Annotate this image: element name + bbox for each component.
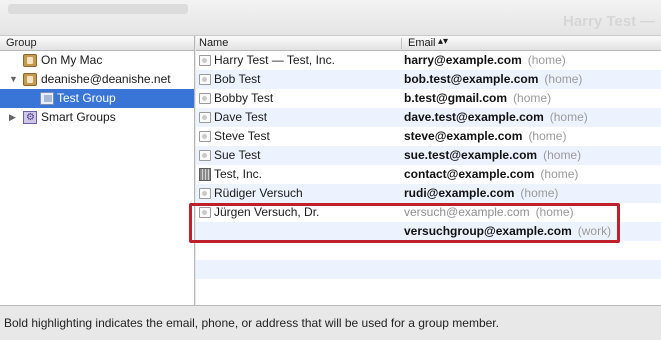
table-row[interactable]: versuchgroup@example.com (work) [196,222,661,241]
person-card-icon [199,188,211,199]
member-list-pane[interactable]: Name Email ▴▾ Harry Test — Test, Inc. har… [189,36,661,305]
disclosure-expanded-icon[interactable]: ▼ [9,70,19,89]
table-row[interactable]: Bobby Test b.test@gmail.com (home) [196,89,661,108]
email-type-label: (home) [527,53,566,67]
window-toolbar: Harry Test — [0,0,661,36]
person-card-icon [199,150,211,161]
table-row[interactable]: Test, Inc. contact@example.com (home) [196,165,661,184]
email-address: versuchgroup@example.com [404,224,572,238]
member-name: Sue Test [214,148,261,162]
email-column-header[interactable]: Email [408,37,436,49]
table-row[interactable]: Steve Test steve@example.com (home) [196,127,661,146]
table-row[interactable]: Rüdiger Versuch rudi@example.com (home) [196,184,661,203]
member-email[interactable]: rudi@example.com (home) [404,184,558,203]
email-address: rudi@example.com [404,186,515,200]
table-row[interactable]: Bob Test bob.test@example.com (home) [196,70,661,89]
email-address: sue.test@example.com [404,148,538,162]
group-item-account[interactable]: ▼ deanishe@deanishe.net [0,70,194,89]
email-address: harry@example.com [404,53,522,67]
email-address: dave.test@example.com [404,110,544,124]
email-type-label: (home) [543,148,582,162]
member-name: Rüdiger Versuch [214,186,303,200]
address-book-icon [23,54,37,67]
group-item-label: Smart Groups [41,110,116,124]
column-separator[interactable] [401,38,402,49]
empty-row [196,241,661,260]
member-email[interactable]: bob.test@example.com (home) [404,70,582,89]
member-email[interactable]: b.test@gmail.com (home) [404,89,551,108]
member-name: Jürgen Versuch, Dr. [214,205,320,219]
group-item-on-my-mac[interactable]: On My Mac [0,51,194,70]
table-row[interactable]: Jürgen Versuch, Dr. versuch@example.com (h… [196,203,661,222]
member-table-header: Name Email ▴▾ [196,36,661,51]
member-name: Dave Test [214,110,268,124]
email-address: bob.test@example.com [404,72,539,86]
name-column-header[interactable]: Name [199,37,228,49]
member-email[interactable]: sue.test@example.com (home) [404,146,581,165]
email-type-label: (home) [520,186,559,200]
email-type-label: (home) [540,167,579,181]
member-email[interactable]: versuchgroup@example.com (work) [404,222,611,241]
email-type-label: (home) [513,91,552,105]
email-address: versuch@example.com [404,205,530,219]
email-address: b.test@gmail.com [404,91,508,105]
email-type-label: (home) [549,110,588,124]
person-card-icon [199,131,211,142]
company-icon [199,168,211,181]
group-icon [40,92,54,105]
person-card-icon [199,207,211,218]
footer-note: Bold highlighting indicates the email, p… [4,316,499,330]
address-book-icon [23,73,37,86]
member-email[interactable]: harry@example.com (home) [404,51,566,70]
member-name: Harry Test — Test, Inc. [214,53,335,67]
member-email[interactable]: contact@example.com (home) [404,165,578,184]
group-list-pane[interactable]: Group On My Mac ▼ deanishe@deanishe.net … [0,36,195,305]
member-name: Test, Inc. [214,167,263,181]
member-email[interactable]: versuch@example.com (home) [404,203,574,222]
member-name: Bobby Test [214,91,274,105]
status-footer: Bold highlighting indicates the email, p… [0,305,661,340]
table-row[interactable]: Dave Test dave.test@example.com (home) [196,108,661,127]
email-type-label: (home) [528,129,567,143]
person-card-icon [199,55,211,66]
member-name: Bob Test [214,72,261,86]
person-card-icon [199,112,211,123]
group-item-smart-groups[interactable]: ▶ Smart Groups [0,108,194,127]
table-row[interactable]: Sue Test sue.test@example.com (home) [196,146,661,165]
group-item-test-group[interactable]: Test Group [0,89,194,108]
member-rows: Harry Test — Test, Inc. harry@example.com… [196,51,661,298]
empty-row [196,260,661,279]
disclosure-collapsed-icon[interactable]: ▶ [9,108,19,127]
email-type-label: (work) [577,224,612,238]
member-name: Steve Test [214,129,270,143]
person-card-icon [199,93,211,104]
member-email[interactable]: steve@example.com (home) [404,127,566,146]
member-email[interactable]: dave.test@example.com (home) [404,108,588,127]
person-card-icon [199,74,211,85]
empty-row [196,279,661,298]
table-row[interactable]: Harry Test — Test, Inc. harry@example.com… [196,51,661,70]
email-type-label: (home) [535,205,574,219]
group-item-label: deanishe@deanishe.net [41,72,171,86]
toolbar-shadow [8,4,188,14]
group-item-label: On My Mac [41,53,103,67]
group-column-header[interactable]: Group [0,36,194,51]
window-title-ghost: Harry Test — [563,13,656,30]
sort-arrows-icon[interactable]: ▴▾ [438,36,448,47]
email-address: steve@example.com [404,129,523,143]
email-type-label: (home) [544,72,583,86]
email-address: contact@example.com [404,167,535,181]
group-item-label: Test Group [57,91,116,105]
smart-group-icon [23,108,37,127]
